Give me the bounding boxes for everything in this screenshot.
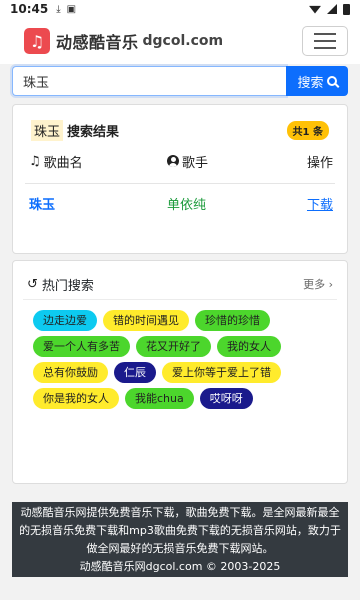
- search-bar: 搜索: [12, 66, 348, 96]
- hot-search-tags: 边走边爱 错的时间遇见 珍惜的珍惜爱一个人有多苦 花又开好了 我的女人总有你鼓励 仁辰 爱上…: [13, 300, 347, 409]
- column-song: ♫ 歌曲名: [29, 152, 167, 171]
- search-icon: [326, 76, 337, 86]
- music-logo-icon[interactable]: ♫: [24, 28, 50, 54]
- status-time: 10:45: [10, 2, 49, 16]
- hot-search-tag[interactable]: 珍惜的珍惜: [195, 310, 270, 331]
- hot-search-tag[interactable]: 我能chua: [125, 388, 194, 409]
- search-input[interactable]: [12, 66, 286, 96]
- hot-search-header: ↺ 热门搜索 更多 ›: [13, 261, 347, 294]
- hot-search-card: ↺ 热门搜索 更多 › 边走边爱 错的时间遇见 珍惜的珍惜 爱一个人有多苦 花又开好了我…: [12, 260, 348, 484]
- search-results-card: 珠玉 搜索结果 共1 条 ♫ 歌曲名 歌手 操作 珠玉 单依纯 下载: [12, 104, 348, 254]
- menu-toggle-button[interactable]: [302, 26, 348, 56]
- hot-search-tag[interactable]: 哎呀呀: [199, 388, 253, 409]
- results-count-badge: 共1 条: [286, 120, 329, 140]
- results-title: 搜索结果: [67, 124, 120, 140]
- music-note-icon: ♫: [29, 153, 41, 169]
- more-label: 更多: [303, 278, 326, 291]
- hot-search-tag[interactable]: 错的时间遇见: [103, 310, 189, 331]
- hot-search-tag[interactable]: 总有你鼓励: [33, 362, 108, 383]
- column-song-label: 歌曲名: [43, 155, 83, 171]
- hamburger-icon-line: [314, 47, 336, 49]
- site-footer: 动感酷音乐网提供免费音乐下载，歌曲免费下载。是全网最新最全的无损音乐免费下载和m…: [12, 502, 348, 577]
- wifi-icon: [309, 5, 321, 14]
- results-column-headers: ♫ 歌曲名 歌手 操作: [13, 139, 347, 183]
- site-header: ♫ 动感酷音乐 dgcol.com: [0, 18, 360, 64]
- status-right: [309, 3, 350, 15]
- status-bar: 10:45 ⤓ ▣: [0, 0, 360, 18]
- hamburger-icon-line: [314, 40, 336, 42]
- footer-description: 动感酷音乐网提供免费音乐下载，歌曲免费下载。是全网最新最全的无损音乐免费下载和m…: [19, 506, 341, 555]
- column-singer-label: 歌手: [182, 155, 209, 171]
- history-icon: ↺: [27, 276, 38, 292]
- column-singer: 歌手: [167, 152, 297, 171]
- user-circle-icon: [167, 155, 179, 167]
- brand-domain[interactable]: dgcol.com: [143, 33, 224, 49]
- system-nav-bar: [0, 592, 360, 600]
- chevron-right-icon: ›: [328, 278, 333, 291]
- result-song-link[interactable]: 珠玉: [29, 194, 167, 213]
- search-button[interactable]: 搜索: [286, 66, 348, 96]
- hot-search-tag[interactable]: 仁辰: [114, 362, 156, 383]
- brand-name[interactable]: 动感酷音乐: [56, 29, 139, 53]
- battery-icon: [343, 3, 350, 15]
- search-button-label: 搜索: [297, 75, 324, 91]
- hot-search-tag[interactable]: 花又开好了: [136, 336, 211, 357]
- hot-search-tag[interactable]: 边走边爱: [33, 310, 97, 331]
- hot-search-tag[interactable]: 你是我的女人: [33, 388, 119, 409]
- signal-icon: [327, 4, 337, 14]
- download-link[interactable]: 下载: [307, 194, 333, 213]
- notification-icon: ▣: [66, 3, 77, 15]
- more-link[interactable]: 更多 ›: [303, 276, 333, 292]
- hot-search-tag[interactable]: 爱一个人有多苦: [33, 336, 130, 357]
- table-row: 珠玉 单依纯 下载: [13, 184, 347, 222]
- results-header: 珠玉 搜索结果 共1 条: [13, 105, 347, 141]
- download-icon: ⤓: [56, 3, 61, 15]
- hot-search-tag[interactable]: 爱上你等于爱上了错: [162, 362, 281, 383]
- hot-search-title: 热门搜索: [41, 278, 94, 294]
- result-singer-link[interactable]: 单依纯: [167, 194, 297, 213]
- footer-copyright: 动感酷音乐网dgcol.com © 2003-2025: [79, 560, 281, 573]
- hamburger-icon-line: [314, 33, 336, 35]
- hot-search-tag[interactable]: 我的女人: [217, 336, 281, 357]
- column-action-label: 操作: [306, 155, 333, 171]
- search-keyword: 珠玉: [31, 119, 64, 141]
